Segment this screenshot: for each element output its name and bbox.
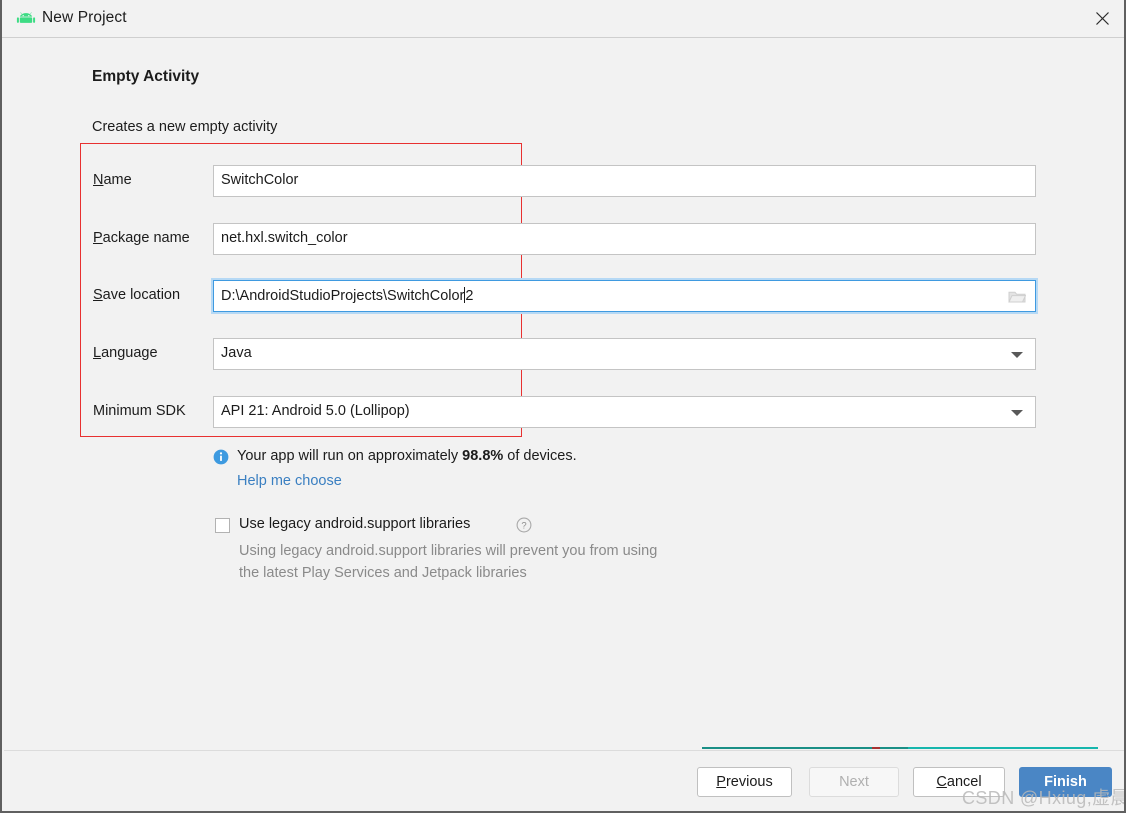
name-input[interactable]: SwitchColor	[213, 165, 1036, 197]
previous-button-label: Previous	[716, 774, 773, 790]
form-row-language: Language Java	[4, 338, 1124, 372]
language-label: Language	[93, 345, 158, 361]
background-artifact-8	[908, 747, 1098, 749]
form-row-package-name: Package name net.hxl.switch_color	[4, 223, 1124, 257]
legacy-description-line-2: the latest Play Services and Jetpack lib…	[239, 565, 527, 581]
page-subtitle: Creates a new empty activity	[92, 119, 278, 135]
help-me-choose-link[interactable]: Help me choose	[237, 473, 342, 489]
device-coverage-text: Your app will run on approximately 98.8%…	[237, 448, 577, 464]
cancel-button[interactable]: Cancel	[913, 767, 1005, 797]
save-location-value: D:\AndroidStudioProjects\SwitchColor2	[221, 287, 474, 304]
close-button[interactable]	[1076, 0, 1124, 37]
package-name-value: net.hxl.switch_color	[221, 230, 348, 246]
save-location-input[interactable]: D:\AndroidStudioProjects\SwitchColor2	[213, 280, 1036, 312]
device-coverage-percent: 98.8%	[462, 448, 504, 464]
language-select[interactable]: Java	[213, 338, 1036, 370]
minimum-sdk-label: Minimum SDK	[93, 403, 186, 419]
language-value: Java	[221, 345, 252, 361]
close-icon	[1095, 12, 1109, 25]
svg-text:?: ?	[521, 521, 526, 532]
chevron-down-icon	[1011, 410, 1023, 416]
cancel-button-label: Cancel	[936, 774, 982, 790]
info-circle-icon	[213, 449, 229, 465]
dialog-content: Empty Activity Creates a new empty activ…	[4, 38, 1124, 750]
name-value: SwitchColor	[221, 172, 299, 188]
form-row-name: Name SwitchColor	[4, 165, 1124, 199]
title-bar: New Project	[2, 0, 1124, 38]
save-location-label: Save location	[93, 287, 181, 303]
finish-button[interactable]: Finish	[1019, 767, 1112, 797]
android-robot-icon	[16, 11, 36, 27]
package-name-label: Package name	[93, 230, 190, 246]
page-title: Empty Activity	[92, 68, 200, 85]
minimum-sdk-select[interactable]: API 21: Android 5.0 (Lollipop)	[213, 396, 1036, 428]
chevron-down-icon	[1011, 352, 1023, 358]
name-label: Name	[93, 172, 132, 188]
question-mark-icon[interactable]: ?	[516, 517, 532, 533]
dialog-footer: Previous Next Cancel Finish	[4, 750, 1124, 811]
legacy-description-line-1: Using legacy android.support libraries w…	[239, 543, 658, 559]
minimum-sdk-value: API 21: Android 5.0 (Lollipop)	[221, 403, 410, 419]
new-project-dialog: New Project Empty Activity Creates a new…	[0, 0, 1126, 813]
next-button: Next	[809, 767, 899, 797]
finish-button-label: Finish	[1044, 774, 1087, 790]
next-button-label: Next	[839, 774, 869, 790]
folder-browse-icon[interactable]	[1008, 289, 1027, 304]
form-row-save-location: Save location D:\AndroidStudioProjects\S…	[4, 280, 1124, 314]
previous-button[interactable]: Previous	[697, 767, 792, 797]
window-title: New Project	[42, 9, 127, 26]
use-legacy-libraries-label[interactable]: Use legacy android.support libraries	[239, 516, 470, 532]
background-artifact-1	[702, 747, 872, 749]
background-artifact-2	[872, 747, 880, 749]
form-row-minimum-sdk: Minimum SDK API 21: Android 5.0 (Lollipo…	[4, 396, 1124, 430]
use-legacy-libraries-checkbox[interactable]	[215, 518, 230, 533]
package-name-input[interactable]: net.hxl.switch_color	[213, 223, 1036, 255]
